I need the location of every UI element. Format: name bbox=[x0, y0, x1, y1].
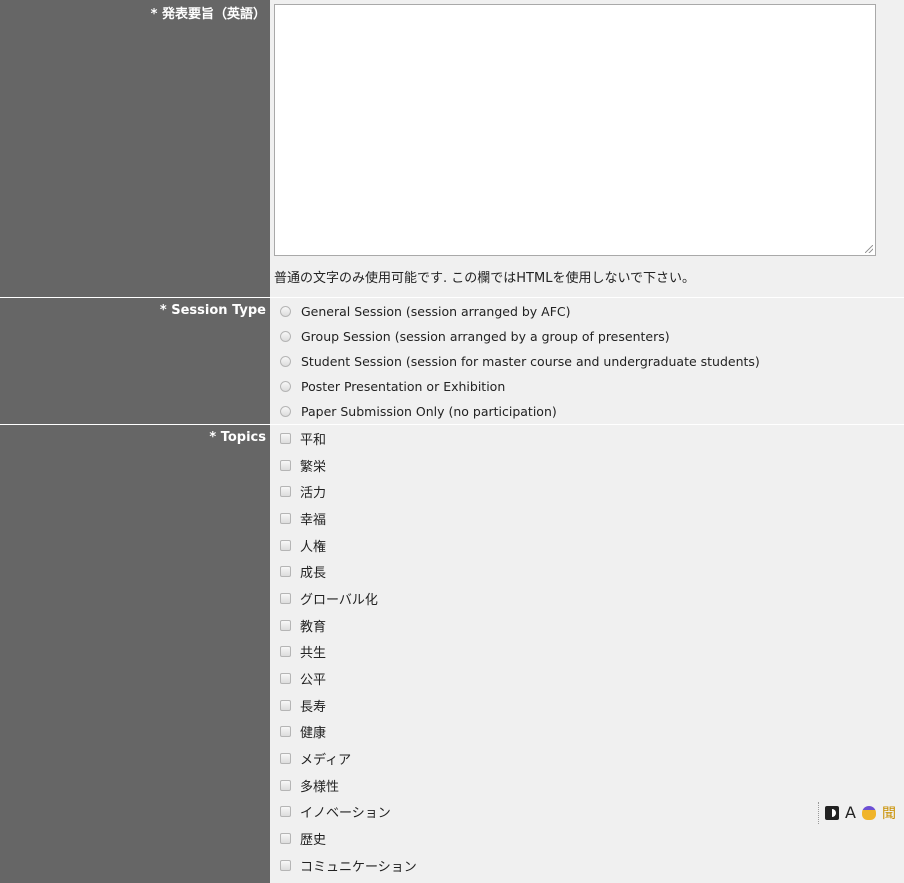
topic-option[interactable]: 健康 bbox=[274, 719, 904, 746]
topic-label: グローバル化 bbox=[300, 592, 378, 608]
radio-icon[interactable] bbox=[280, 356, 291, 367]
checkbox-icon[interactable] bbox=[280, 459, 291, 471]
radio-icon[interactable] bbox=[280, 331, 291, 342]
topic-label: 平和 bbox=[300, 432, 327, 448]
checkbox-icon[interactable] bbox=[280, 432, 291, 444]
abstract-hint: 普通の文字のみ使用可能です. この欄ではHTMLを使用しないで下さい。 bbox=[274, 271, 696, 286]
topic-option[interactable]: 歴史 bbox=[274, 825, 904, 852]
topic-label: 健康 bbox=[300, 726, 327, 742]
abstract-field-cell: 普通の文字のみ使用可能です. この欄ではHTMLを使用しないで下さい。 bbox=[270, 0, 904, 297]
topic-label: 教育 bbox=[300, 619, 327, 635]
session-type-row: * Session Type General Session (session … bbox=[0, 298, 904, 425]
font-size-icon[interactable]: A bbox=[845, 805, 856, 821]
topic-option[interactable]: 繁栄 bbox=[274, 452, 904, 479]
topic-option[interactable]: イノベーション bbox=[274, 799, 904, 826]
topics-row: * Topics 平和 繁栄 活力 幸福 人権 成長 グローバル化 教育 共生 … bbox=[0, 425, 904, 883]
topic-option[interactable]: 幸福 bbox=[274, 505, 904, 532]
accessibility-toolbar: A 聞 bbox=[818, 802, 904, 824]
topic-label: 長寿 bbox=[300, 699, 327, 715]
topics-options: 平和 繁栄 活力 幸福 人権 成長 グローバル化 教育 共生 公平 長寿 健康 … bbox=[270, 425, 904, 883]
option-label: Paper Submission Only (no participation) bbox=[301, 404, 557, 419]
topic-label: メディア bbox=[300, 753, 352, 769]
radio-icon[interactable] bbox=[280, 306, 291, 317]
session-type-label: * Session Type bbox=[0, 298, 270, 424]
abstract-label: * 発表要旨（英語） bbox=[0, 0, 270, 297]
session-type-options: General Session (session arranged by AFC… bbox=[270, 298, 904, 424]
topic-label: 活力 bbox=[300, 486, 327, 502]
resize-grip-icon[interactable] bbox=[865, 245, 873, 253]
radio-icon[interactable] bbox=[280, 381, 291, 392]
checkbox-icon[interactable] bbox=[280, 699, 291, 711]
topic-label: コミュニケーション bbox=[300, 859, 417, 875]
topic-option[interactable]: 活力 bbox=[274, 478, 904, 505]
topic-option[interactable]: 人権 bbox=[274, 532, 904, 559]
submission-form: * 発表要旨（英語） 普通の文字のみ使用可能です. この欄ではHTMLを使用しな… bbox=[0, 0, 904, 883]
session-option-general[interactable]: General Session (session arranged by AFC… bbox=[274, 299, 904, 324]
abstract-textarea[interactable] bbox=[274, 4, 876, 256]
topic-option[interactable]: メディア bbox=[274, 745, 904, 772]
topic-option[interactable]: グローバル化 bbox=[274, 585, 904, 612]
topic-label: 人権 bbox=[300, 539, 327, 555]
checkbox-icon[interactable] bbox=[280, 486, 291, 498]
abstract-row: * 発表要旨（英語） 普通の文字のみ使用可能です. この欄ではHTMLを使用しな… bbox=[0, 0, 904, 298]
topic-option[interactable]: 教育 bbox=[274, 612, 904, 639]
checkbox-icon[interactable] bbox=[280, 833, 291, 845]
topic-label: 繁栄 bbox=[300, 459, 327, 475]
session-option-group[interactable]: Group Session (session arranged by a gro… bbox=[274, 324, 904, 349]
session-option-paper-only[interactable]: Paper Submission Only (no participation) bbox=[274, 399, 904, 424]
topic-option[interactable]: コミュニケーション bbox=[274, 852, 904, 879]
topic-option[interactable]: 成長 bbox=[274, 558, 904, 585]
checkbox-icon[interactable] bbox=[280, 592, 291, 604]
topic-option[interactable]: 長寿 bbox=[274, 692, 904, 719]
topics-label: * Topics bbox=[0, 425, 270, 883]
checkbox-icon[interactable] bbox=[280, 753, 291, 765]
color-palette-icon[interactable] bbox=[861, 806, 876, 820]
read-aloud-icon[interactable]: 聞 bbox=[882, 803, 896, 823]
checkbox-icon[interactable] bbox=[280, 859, 291, 871]
topic-label: 成長 bbox=[300, 566, 327, 582]
option-label: General Session (session arranged by AFC… bbox=[301, 304, 571, 319]
topic-label: 幸福 bbox=[300, 512, 327, 528]
topic-option[interactable]: 共生 bbox=[274, 639, 904, 666]
checkbox-icon[interactable] bbox=[280, 512, 291, 524]
option-label: Student Session (session for master cour… bbox=[301, 354, 760, 369]
session-option-poster[interactable]: Poster Presentation or Exhibition bbox=[274, 374, 904, 399]
topic-label: 多様性 bbox=[300, 779, 340, 795]
topic-label: 公平 bbox=[300, 673, 327, 689]
topic-option[interactable]: 多様性 bbox=[274, 772, 904, 799]
option-label: Poster Presentation or Exhibition bbox=[301, 379, 506, 394]
checkbox-icon[interactable] bbox=[280, 673, 291, 685]
topic-label: 共生 bbox=[300, 646, 327, 662]
checkbox-icon[interactable] bbox=[280, 619, 291, 631]
contrast-icon[interactable] bbox=[825, 806, 839, 820]
topic-label: イノベーション bbox=[300, 806, 391, 822]
checkbox-icon[interactable] bbox=[280, 779, 291, 791]
topic-option[interactable]: 公平 bbox=[274, 665, 904, 692]
checkbox-icon[interactable] bbox=[280, 539, 291, 551]
checkbox-icon[interactable] bbox=[280, 726, 291, 738]
checkbox-icon[interactable] bbox=[280, 806, 291, 818]
option-label: Group Session (session arranged by a gro… bbox=[301, 329, 670, 344]
checkbox-icon[interactable] bbox=[280, 646, 291, 658]
checkbox-icon[interactable] bbox=[280, 566, 291, 578]
topic-label: 歴史 bbox=[300, 833, 327, 849]
topic-option[interactable]: 平和 bbox=[274, 425, 904, 452]
session-option-student[interactable]: Student Session (session for master cour… bbox=[274, 349, 904, 374]
radio-icon[interactable] bbox=[280, 406, 291, 417]
